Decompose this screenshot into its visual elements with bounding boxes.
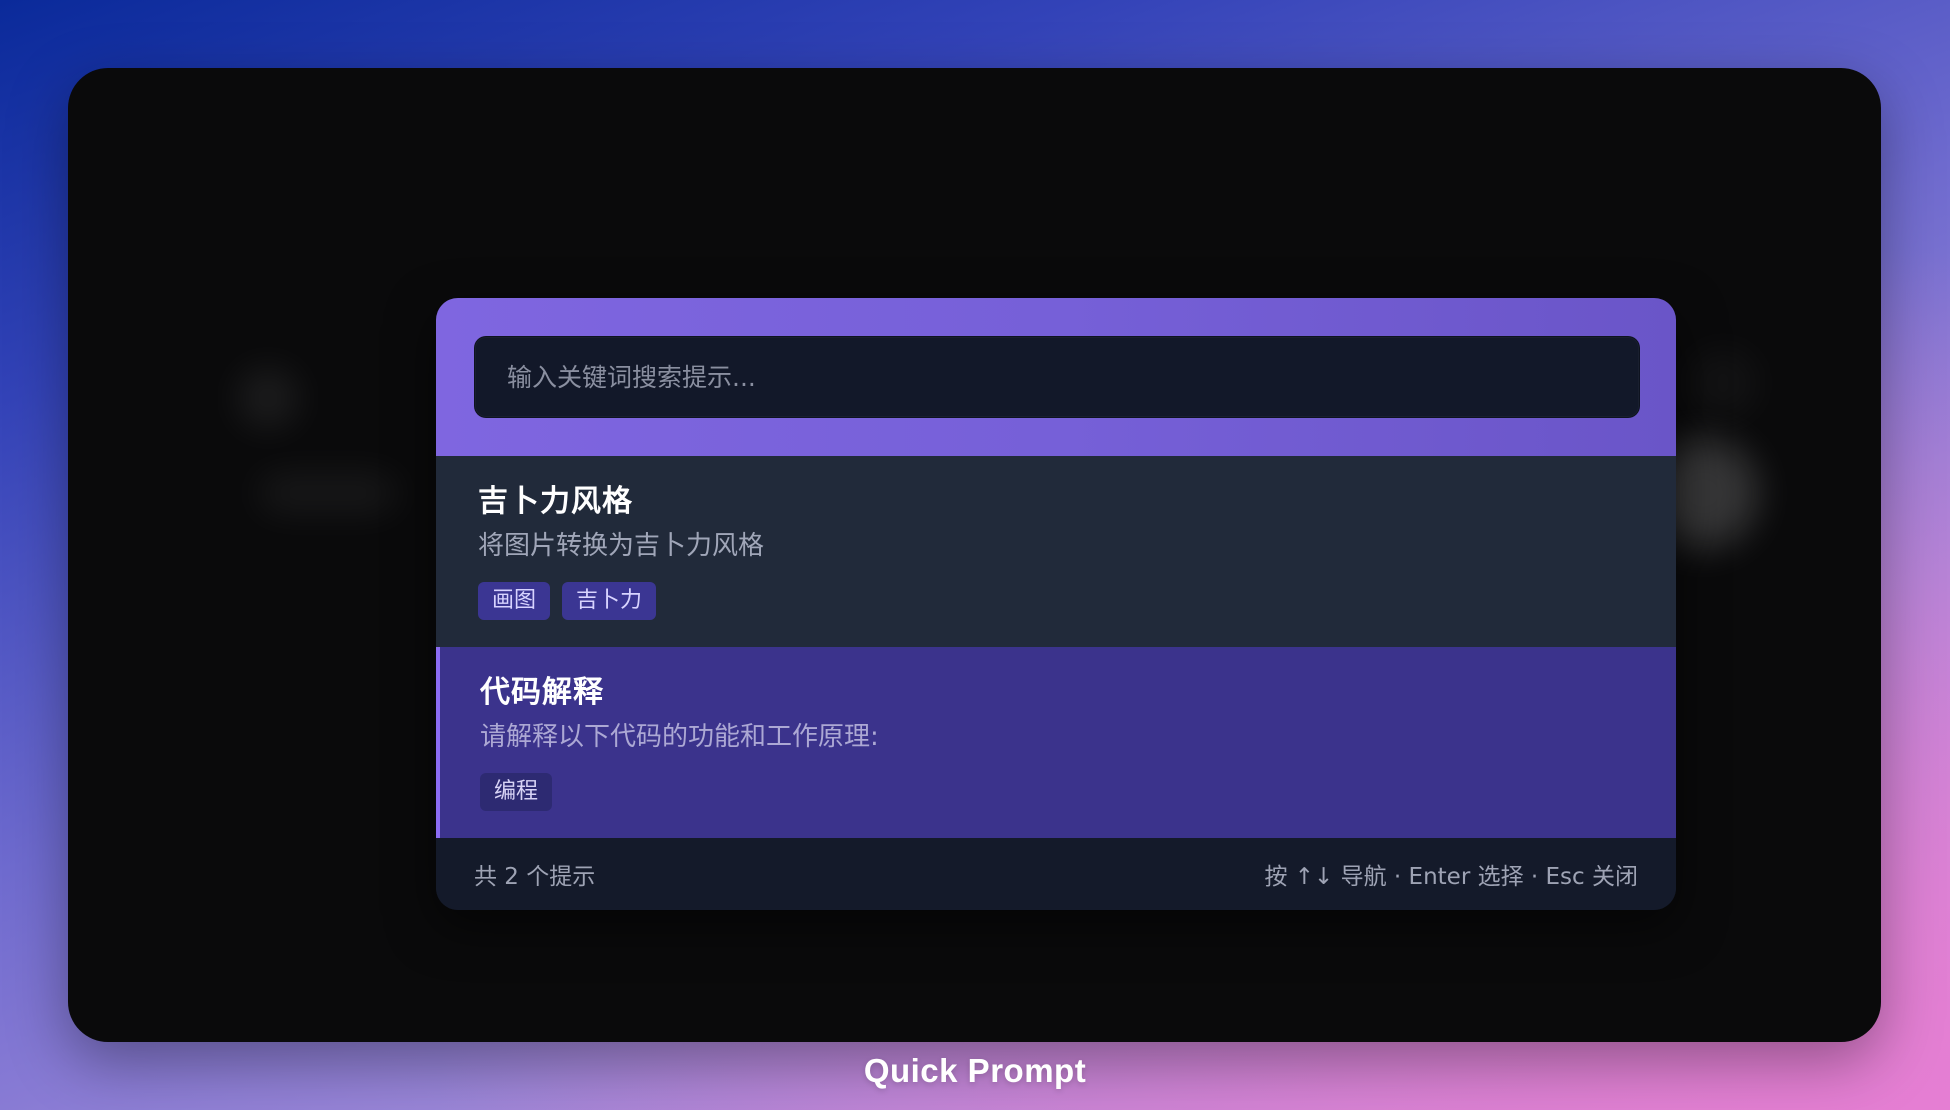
tag-badge: 编程 [480,773,553,811]
search-box[interactable] [474,336,1640,418]
blurred-background-element [238,368,298,428]
search-input[interactable] [475,337,1639,417]
tag-badge: 画图 [478,582,551,620]
prompt-item-selected[interactable]: 代码解释 请解释以下代码的功能和工作原理: 编程 [436,647,1676,839]
prompt-title: 吉卜力风格 [478,484,633,519]
prompt-item[interactable]: 吉卜力风格 将图片转换为吉卜力风格 画图 吉卜力 [436,456,1676,647]
blurred-background-element [1688,348,1758,418]
blurred-background-element [258,473,398,513]
keyboard-hint: 按 ↑↓ 导航 · Enter 选择 · Esc 关闭 [1264,864,1638,890]
app-caption: Quick Prompt [863,1052,1087,1089]
prompt-description: 请解释以下代码的功能和工作原理: [480,722,879,752]
prompt-title: 代码解释 [480,675,604,710]
prompt-tags: 编程 [480,773,1634,811]
panel-header [436,298,1676,456]
tag-badge: 吉卜力 [562,582,657,620]
app-window: 吉卜力风格 将图片转换为吉卜力风格 画图 吉卜力 代码解释 请解释以下代码的功能… [68,68,1881,1042]
panel-footer: 共 2 个提示 按 ↑↓ 导航 · Enter 选择 · Esc 关闭 [436,838,1676,910]
prompt-list: 吉卜力风格 将图片转换为吉卜力风格 画图 吉卜力 代码解释 请解释以下代码的功能… [436,456,1676,839]
quick-prompt-panel: 吉卜力风格 将图片转换为吉卜力风格 画图 吉卜力 代码解释 请解释以下代码的功能… [436,298,1676,910]
prompt-description: 将图片转换为吉卜力风格 [478,531,765,561]
prompt-count: 共 2 个提示 [474,864,596,890]
prompt-tags: 画图 吉卜力 [478,582,1634,620]
